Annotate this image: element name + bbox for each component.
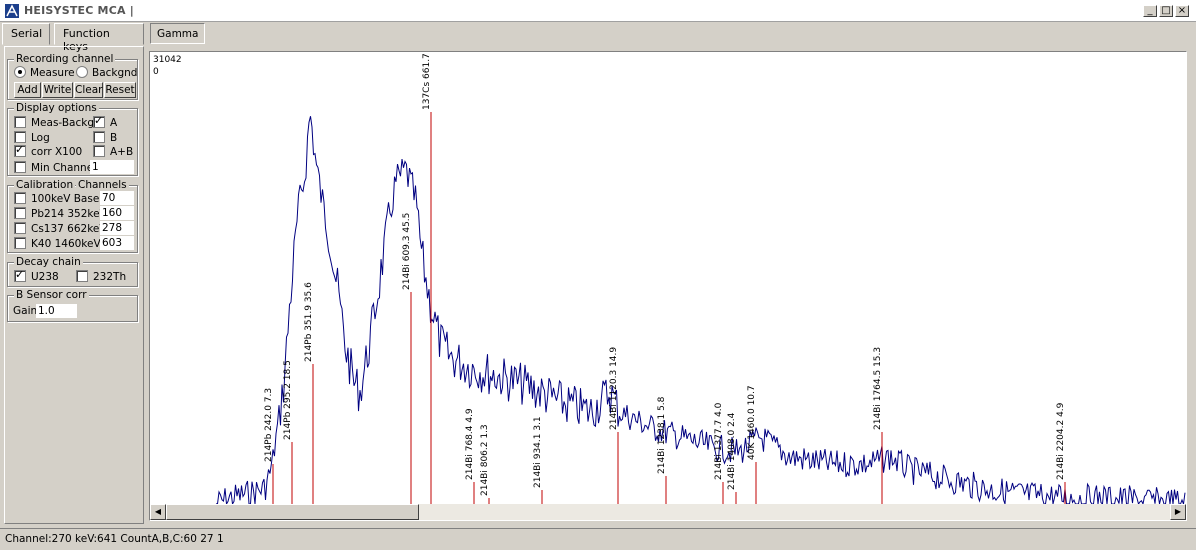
checkbox-meas-backg-box[interactable] bbox=[14, 116, 26, 128]
min-channel-label: Min Channel bbox=[31, 162, 97, 174]
display-options-title: Display options bbox=[14, 102, 99, 114]
checkbox-u238-box[interactable] bbox=[14, 268, 26, 282]
checkbox-cs137[interactable]: Cs137 662keV bbox=[14, 222, 107, 236]
b-sensor-title: B Sensor corr bbox=[14, 289, 89, 301]
b-label: B bbox=[110, 132, 118, 144]
232th-label: 232Th bbox=[93, 271, 127, 283]
peak-label: 214Pb 295.2 18.5 bbox=[283, 360, 293, 440]
checkbox-min-channel-box[interactable] bbox=[14, 161, 26, 173]
radio-backgnd[interactable]: Backgnd bbox=[76, 66, 137, 80]
window-title: HEISYSTEC MCA | bbox=[24, 4, 134, 17]
checkbox-232th[interactable]: 232Th bbox=[76, 270, 126, 284]
base-channel-input[interactable]: 70 bbox=[100, 191, 134, 205]
status-bar: Channel:270 keV:641 CountA,B,C:60 27 1 bbox=[0, 528, 1196, 550]
status-text: Channel:270 keV:641 CountA,B,C:60 27 1 bbox=[5, 533, 224, 545]
peak-label: 214Bi 768.4 4.9 bbox=[465, 408, 475, 480]
checkbox-corr-box[interactable] bbox=[14, 143, 26, 157]
gain-input[interactable]: 1.0 bbox=[36, 304, 77, 318]
peak-label: 214Bi 1408.0 2.4 bbox=[727, 412, 737, 490]
cs137-channel-input[interactable]: 278 bbox=[100, 221, 134, 235]
checkbox-ab[interactable]: A+B bbox=[93, 145, 133, 159]
tab-serial[interactable]: Serial bbox=[2, 23, 50, 45]
checkbox-cs137-box[interactable] bbox=[14, 222, 26, 234]
checkbox-k40[interactable]: K40 1460keV bbox=[14, 237, 101, 251]
peak-label: 214Bi 1238.1 5.8 bbox=[657, 396, 667, 474]
checkbox-base-box[interactable] bbox=[14, 192, 26, 204]
decay-chain-title: Decay chain bbox=[14, 256, 83, 268]
log-label: Log bbox=[31, 132, 50, 144]
reset-button[interactable]: Reset bbox=[104, 82, 136, 98]
gain-label: Gain bbox=[13, 305, 38, 317]
radio-measure[interactable]: Measure bbox=[14, 66, 75, 80]
peak-label: 40K 1460.0 10.7 bbox=[747, 385, 757, 460]
peak-label: 214Pb 242.0 7.3 bbox=[264, 388, 274, 462]
checkbox-b[interactable]: B bbox=[93, 131, 117, 145]
pb214-label: Pb214 352keV bbox=[31, 208, 107, 220]
tab-gamma[interactable]: Gamma bbox=[150, 23, 206, 44]
spectrum-plot[interactable]: 31042 0 214Pb 242.0 7.3 214Pb 295.2 18.5 2… bbox=[149, 51, 1187, 521]
checkbox-a[interactable]: A bbox=[93, 114, 118, 130]
app-icon bbox=[5, 4, 19, 18]
radio-backgnd-label: Backgnd bbox=[92, 67, 138, 79]
peak-label: 214Pb 351.9 35.6 bbox=[304, 282, 314, 362]
peak-label: 214Bi 806.2 1.3 bbox=[480, 424, 490, 496]
recording-channel-title: Recording channel bbox=[14, 53, 116, 65]
checkbox-meas-backg[interactable]: Meas-Backg bbox=[14, 116, 94, 130]
peak-label: 214Bi 1377.7 4.0 bbox=[714, 402, 724, 480]
ab-label: A+B bbox=[110, 146, 134, 158]
radio-measure-indicator[interactable] bbox=[14, 66, 26, 78]
write-button[interactable]: Write bbox=[42, 82, 73, 98]
close-icon[interactable]: × bbox=[1175, 5, 1189, 17]
scroll-left-icon[interactable]: ◀ bbox=[150, 504, 166, 520]
checkbox-u238[interactable]: U238 bbox=[14, 268, 59, 284]
peak-label: 214Bi 1764.5 15.3 bbox=[873, 347, 883, 430]
maximize-icon[interactable]: □ bbox=[1159, 5, 1173, 17]
radio-backgnd-indicator[interactable] bbox=[76, 66, 88, 78]
radio-measure-label: Measure bbox=[30, 67, 75, 79]
scroll-thumb[interactable] bbox=[166, 504, 419, 520]
peak-label: 214Bi 609.3 45.5 bbox=[402, 213, 412, 290]
a-label: A bbox=[110, 117, 118, 129]
checkbox-pb214-box[interactable] bbox=[14, 207, 26, 219]
checkbox-corr[interactable]: corr X100 bbox=[14, 143, 83, 159]
k40-channel-input[interactable]: 603 bbox=[100, 236, 134, 250]
cs137-label: Cs137 662keV bbox=[31, 223, 107, 235]
title-bar: HEISYSTEC MCA | _ □ × bbox=[0, 0, 1196, 22]
channels-title: Channels bbox=[76, 179, 129, 191]
checkbox-ab-box[interactable] bbox=[93, 145, 105, 157]
peak-label: 137Cs 661.7 85. bbox=[422, 52, 432, 110]
checkbox-pb214[interactable]: Pb214 352keV bbox=[14, 207, 107, 221]
min-channel-input[interactable]: 1 bbox=[90, 160, 134, 174]
minimize-icon[interactable]: _ bbox=[1143, 5, 1157, 17]
checkbox-base[interactable]: 100keV Base bbox=[14, 192, 99, 206]
spectrum-line bbox=[215, 116, 1186, 504]
add-button[interactable]: Add bbox=[14, 82, 41, 98]
calibration-title: Calibration bbox=[14, 179, 76, 191]
corr-label: corr X100 bbox=[31, 146, 83, 158]
horizontal-scrollbar[interactable]: ◀ ▶ bbox=[150, 504, 1186, 520]
scroll-right-icon[interactable]: ▶ bbox=[1170, 504, 1186, 520]
tab-function-keys[interactable]: Function keys bbox=[54, 23, 144, 53]
peak-label: 214Bi 934.1 3.1 bbox=[533, 416, 543, 488]
checkbox-min-channel[interactable]: Min Channel bbox=[14, 161, 96, 175]
peak-label: 214Bi 1120.3 14.9 bbox=[609, 347, 619, 430]
pb214-channel-input[interactable]: 160 bbox=[100, 206, 134, 220]
k40-label: K40 1460keV bbox=[31, 238, 101, 250]
main-window: HEISYSTEC MCA | _ □ × Serial Function ke… bbox=[0, 0, 1196, 550]
clear-button[interactable]: Clear bbox=[74, 82, 103, 98]
checkbox-k40-box[interactable] bbox=[14, 237, 26, 249]
checkbox-b-box[interactable] bbox=[93, 131, 105, 143]
peak-label: 214Bi 2204.2 4.9 bbox=[1056, 402, 1066, 480]
spectrum-svg: 214Pb 242.0 7.3 214Pb 295.2 18.5 214Pb 351… bbox=[215, 52, 1186, 504]
u238-label: U238 bbox=[31, 271, 59, 283]
base-label: 100keV Base bbox=[31, 193, 100, 205]
checkbox-232th-box[interactable] bbox=[76, 270, 88, 282]
checkbox-log-box[interactable] bbox=[14, 131, 26, 143]
meas-backg-label: Meas-Backg bbox=[31, 117, 94, 129]
checkbox-a-box[interactable] bbox=[93, 114, 105, 128]
